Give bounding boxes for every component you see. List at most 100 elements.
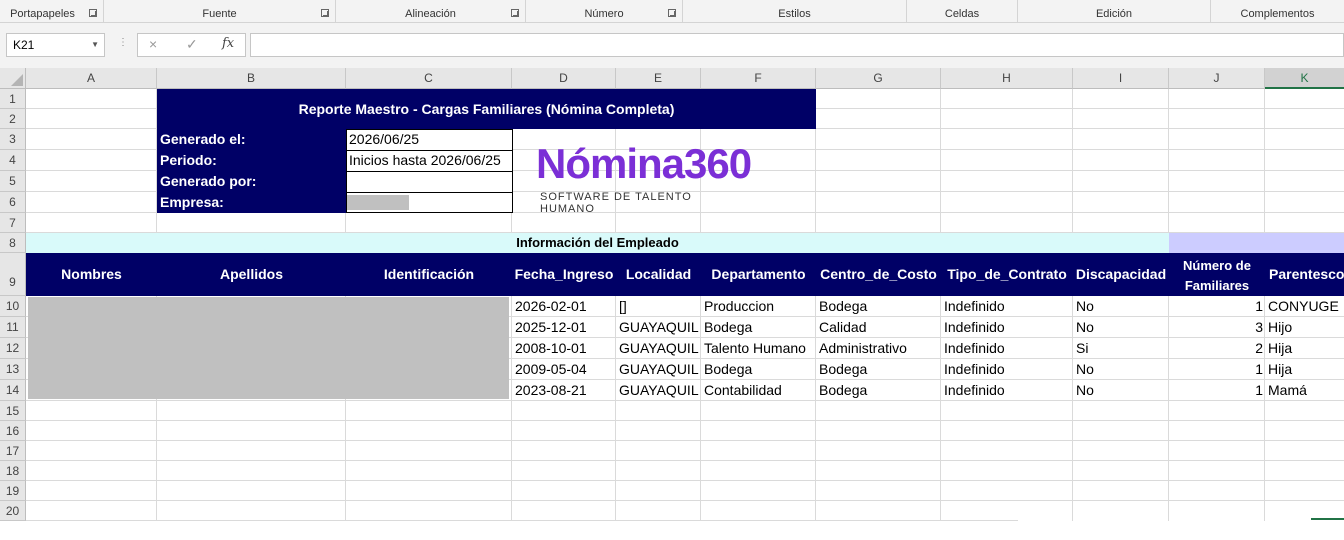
ribbon-group-edicion[interactable]: Edición: [1018, 0, 1211, 22]
ribbon-group-fuente[interactable]: Fuente: [104, 0, 336, 22]
enter-icon[interactable]: ✓: [186, 36, 198, 53]
column-header-d[interactable]: D: [512, 68, 616, 89]
column-header-f[interactable]: F: [701, 68, 816, 89]
row-header-18[interactable]: 18: [0, 461, 26, 481]
cell-discapacidad[interactable]: Si: [1076, 338, 1168, 359]
ribbon-group-numero[interactable]: Número: [526, 0, 683, 22]
row-header-6[interactable]: 6: [0, 192, 26, 213]
header-tipo-de-contrato[interactable]: Tipo_de_Contrato: [941, 253, 1073, 296]
cell-localidad[interactable]: GUAYAQUIL: [619, 317, 701, 338]
row-header-19[interactable]: 19: [0, 481, 26, 501]
dialog-launcher-icon[interactable]: [89, 9, 97, 17]
cell-departamento[interactable]: Bodega: [704, 359, 816, 380]
row-header-12[interactable]: 12: [0, 338, 26, 359]
cell-centro-de-costo[interactable]: Bodega: [819, 359, 940, 380]
column-header-c[interactable]: C: [346, 68, 512, 89]
row-header-10[interactable]: 10: [0, 296, 26, 317]
dialog-launcher-icon[interactable]: [321, 9, 329, 17]
row-header-14[interactable]: 14: [0, 380, 26, 401]
header-identificacion[interactable]: Identificación: [346, 253, 512, 296]
row-header-9[interactable]: 9: [0, 253, 26, 296]
cell-numero-familiares[interactable]: 1: [1169, 380, 1263, 401]
cell-fecha-ingreso[interactable]: 2025-12-01: [515, 317, 615, 338]
cell-localidad[interactable]: []: [619, 296, 701, 317]
column-header-i[interactable]: I: [1073, 68, 1169, 89]
row-header-11[interactable]: 11: [0, 317, 26, 338]
row-header-1[interactable]: 1: [0, 89, 26, 109]
header-centro-de-costo[interactable]: Centro_de_Costo: [816, 253, 941, 296]
column-header-g[interactable]: G: [816, 68, 941, 89]
cell-centro-de-costo[interactable]: Administrativo: [819, 338, 940, 359]
header-parentesco[interactable]: Parentesco: [1265, 253, 1344, 296]
dialog-launcher-icon[interactable]: [668, 9, 676, 17]
cell-centro-de-costo[interactable]: Calidad: [819, 317, 940, 338]
cell-departamento[interactable]: Contabilidad: [704, 380, 816, 401]
cell-departamento[interactable]: Bodega: [704, 317, 816, 338]
worksheet-grid[interactable]: A B C D E F G H I J K 1 2 3 4 5 6 7 8 9 …: [0, 68, 1344, 540]
cancel-icon[interactable]: ×: [149, 36, 157, 52]
ribbon-group-estilos[interactable]: Estilos: [683, 0, 907, 22]
ribbon-group-celdas[interactable]: Celdas: [907, 0, 1018, 22]
cell-parentesco[interactable]: Hija: [1268, 338, 1344, 359]
row-header-2[interactable]: 2: [0, 109, 26, 129]
row-header-20[interactable]: 20: [0, 501, 26, 521]
cell-numero-familiares[interactable]: 2: [1169, 338, 1263, 359]
column-header-b[interactable]: B: [157, 68, 346, 89]
column-header-a[interactable]: A: [26, 68, 157, 89]
cell-fecha-ingreso[interactable]: 2008-10-01: [515, 338, 615, 359]
header-departamento[interactable]: Departamento: [701, 253, 816, 296]
select-all-corner[interactable]: [0, 68, 26, 89]
name-box[interactable]: K21 ▼: [6, 33, 105, 57]
cell-fecha-ingreso[interactable]: 2026-02-01: [515, 296, 615, 317]
header-apellidos[interactable]: Apellidos: [157, 253, 346, 296]
header-nombres[interactable]: Nombres: [26, 253, 157, 296]
cell-tipo-de-contrato[interactable]: Indefinido: [944, 380, 1072, 401]
column-header-k[interactable]: K: [1265, 68, 1344, 89]
cell-parentesco[interactable]: CONYUGE: [1268, 296, 1344, 317]
formula-input[interactable]: [250, 33, 1344, 57]
cell-discapacidad[interactable]: No: [1076, 296, 1168, 317]
cell-localidad[interactable]: GUAYAQUIL: [619, 338, 701, 359]
dialog-launcher-icon[interactable]: [511, 9, 519, 17]
row-header-13[interactable]: 13: [0, 359, 26, 380]
cell-departamento[interactable]: Talento Humano: [704, 338, 816, 359]
drag-handle-icon[interactable]: ⋮: [118, 37, 128, 48]
cell-centro-de-costo[interactable]: Bodega: [819, 296, 940, 317]
cell-numero-familiares[interactable]: 1: [1169, 359, 1263, 380]
cell-tipo-de-contrato[interactable]: Indefinido: [944, 338, 1072, 359]
ribbon-group-alineacion[interactable]: Alineación: [336, 0, 526, 22]
cell-centro-de-costo[interactable]: Bodega: [819, 380, 940, 401]
row-header-7[interactable]: 7: [0, 213, 26, 233]
row-header-16[interactable]: 16: [0, 421, 26, 441]
cell-localidad[interactable]: GUAYAQUIL: [619, 380, 701, 401]
cell-localidad[interactable]: GUAYAQUIL: [619, 359, 701, 380]
chevron-down-icon[interactable]: ▼: [91, 34, 99, 56]
cell-fecha-ingreso[interactable]: 2009-05-04: [515, 359, 615, 380]
cell-parentesco[interactable]: Hija: [1268, 359, 1344, 380]
insert-function-icon[interactable]: fx: [222, 36, 234, 51]
column-header-e[interactable]: E: [616, 68, 701, 89]
cell-discapacidad[interactable]: No: [1076, 317, 1168, 338]
ribbon-group-portapapeles[interactable]: Portapapeles: [0, 0, 104, 22]
header-discapacidad[interactable]: Discapacidad: [1073, 253, 1169, 296]
ribbon-group-complementos[interactable]: Complementos: [1211, 0, 1344, 22]
cell-tipo-de-contrato[interactable]: Indefinido: [944, 359, 1072, 380]
row-header-8[interactable]: 8: [0, 233, 26, 253]
header-fecha-ingreso[interactable]: Fecha_Ingreso: [512, 253, 616, 296]
cell-discapacidad[interactable]: No: [1076, 380, 1168, 401]
column-header-j[interactable]: J: [1169, 68, 1265, 89]
cell-tipo-de-contrato[interactable]: Indefinido: [944, 317, 1072, 338]
cell-discapacidad[interactable]: No: [1076, 359, 1168, 380]
cell-parentesco[interactable]: Hijo: [1268, 317, 1344, 338]
row-header-5[interactable]: 5: [0, 171, 26, 192]
column-header-h[interactable]: H: [941, 68, 1073, 89]
cell-departamento[interactable]: Produccion: [704, 296, 816, 317]
cell-parentesco[interactable]: Mamá: [1268, 380, 1344, 401]
row-header-3[interactable]: 3: [0, 129, 26, 150]
cell-numero-familiares[interactable]: 3: [1169, 317, 1263, 338]
header-numero-de-familiares[interactable]: Número de Familiares: [1172, 256, 1262, 296]
header-localidad[interactable]: Localidad: [616, 253, 701, 296]
cell-tipo-de-contrato[interactable]: Indefinido: [944, 296, 1072, 317]
row-header-17[interactable]: 17: [0, 441, 26, 461]
row-header-15[interactable]: 15: [0, 401, 26, 421]
